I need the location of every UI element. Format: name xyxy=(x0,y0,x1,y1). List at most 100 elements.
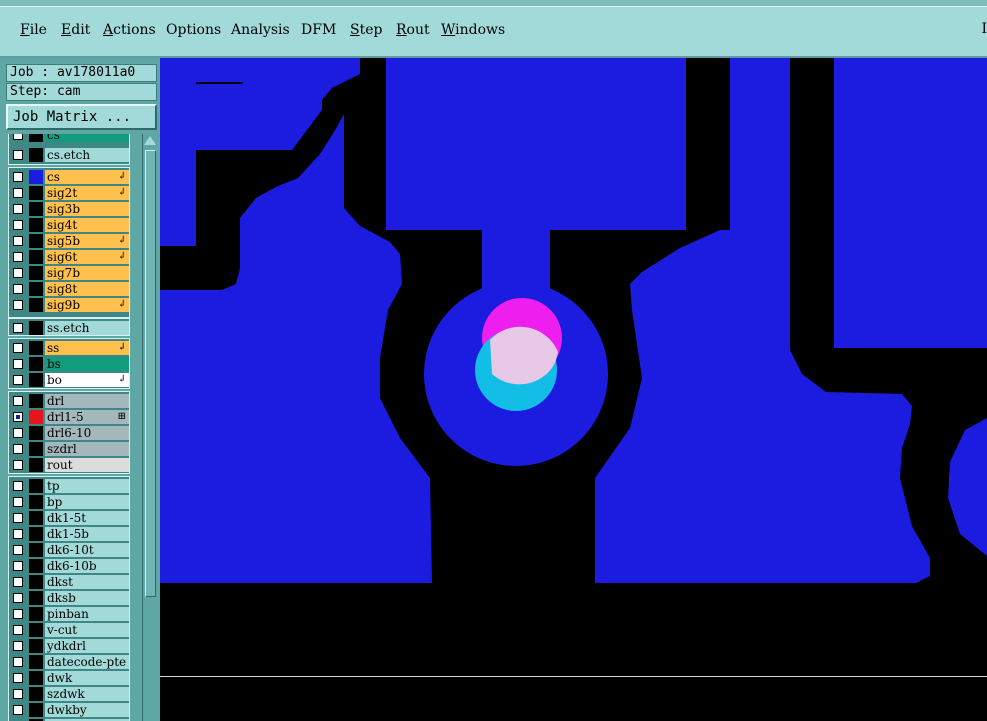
layer-name[interactable]: sig4t xyxy=(45,218,129,232)
layer-checkbox[interactable] xyxy=(13,444,23,454)
scroll-up-arrow-icon[interactable] xyxy=(144,136,156,145)
layer-row[interactable]: sig5b ↲ xyxy=(9,233,130,249)
layer-name[interactable]: sig9b ↲ xyxy=(45,298,129,312)
layer-checkbox[interactable] xyxy=(13,252,23,262)
layer-checkbox[interactable] xyxy=(13,625,23,635)
layer-name[interactable]: dk1-5t xyxy=(45,511,129,525)
layer-name[interactable]: drl6-10 xyxy=(45,426,129,440)
layer-checkbox[interactable] xyxy=(13,561,23,571)
layer-checkbox[interactable] xyxy=(13,529,23,539)
layer-checkbox[interactable] xyxy=(13,396,23,406)
job-matrix-button[interactable]: Job Matrix ... xyxy=(6,104,157,130)
layer-name[interactable]: cs ↲ xyxy=(45,170,129,184)
layer-name[interactable]: cs.etch xyxy=(45,148,129,162)
layer-name[interactable]: dwk xyxy=(45,671,129,685)
layer-name[interactable]: dksb xyxy=(45,591,129,605)
layer-checkbox[interactable] xyxy=(13,359,23,369)
layer-name[interactable]: dkst xyxy=(45,575,129,589)
layer-row[interactable]: cs.etch xyxy=(9,147,130,163)
menu-help-partial[interactable]: I xyxy=(981,21,987,37)
layer-name[interactable]: sig5b ↲ xyxy=(45,234,129,248)
menu-windows[interactable]: Windows xyxy=(441,22,505,38)
layer-checkbox[interactable] xyxy=(13,375,23,385)
menu-dfm[interactable]: DFM xyxy=(301,22,336,38)
layer-checkbox[interactable] xyxy=(13,593,23,603)
layer-name[interactable]: dk1-5b xyxy=(45,527,129,541)
layer-row[interactable]: szdwk xyxy=(9,686,130,702)
layer-row[interactable]: drl6-10 xyxy=(9,425,130,441)
layer-checkbox[interactable] xyxy=(13,428,23,438)
layer-checkbox[interactable] xyxy=(13,412,23,422)
layer-checkbox[interactable] xyxy=(13,481,23,491)
layer-name[interactable]: rout xyxy=(45,458,129,472)
layer-checkbox[interactable] xyxy=(13,150,23,160)
layer-row[interactable]: sig2t ↲ xyxy=(9,185,130,201)
layer-row[interactable]: bo ↲ xyxy=(9,372,130,388)
layer-name[interactable]: bp xyxy=(45,495,129,509)
layer-checkbox[interactable] xyxy=(13,673,23,683)
layer-row[interactable]: dwkby xyxy=(9,702,130,718)
layer-name[interactable]: tp xyxy=(45,479,129,493)
layer-row[interactable]: ydkdrl xyxy=(9,638,130,654)
layer-checkbox[interactable] xyxy=(13,657,23,667)
layer-row[interactable]: sig7b xyxy=(9,265,130,281)
layer-row[interactable]: dksb xyxy=(9,590,130,606)
layer-checkbox[interactable] xyxy=(13,134,23,140)
layer-checkbox[interactable] xyxy=(13,343,23,353)
layer-checkbox[interactable] xyxy=(13,545,23,555)
layer-checkbox[interactable] xyxy=(13,497,23,507)
layer-row[interactable]: sig9b ↲ xyxy=(9,297,130,313)
menu-actions[interactable]: Actions xyxy=(103,22,156,38)
layer-name[interactable]: sig2t ↲ xyxy=(45,186,129,200)
layer-name[interactable]: ss ↲ xyxy=(45,341,129,355)
layer-row[interactable]: bp xyxy=(9,494,130,510)
layer-row[interactable]: cs ↲ xyxy=(9,169,130,185)
layer-name[interactable]: sig6t ↲ xyxy=(45,250,129,264)
layer-row[interactable]: datecode-pte xyxy=(9,654,130,670)
menu-rout[interactable]: Rout xyxy=(396,22,430,38)
layer-checkbox[interactable] xyxy=(13,705,23,715)
layer-checkbox[interactable] xyxy=(13,284,23,294)
layer-row[interactable]: dk6-10b xyxy=(9,558,130,574)
layer-name[interactable]: ydkdrl xyxy=(45,639,129,653)
menu-file[interactable]: File xyxy=(20,22,47,38)
layer-name[interactable]: sig8t xyxy=(45,282,129,296)
graphic-editor-canvas[interactable] xyxy=(160,58,987,721)
layer-name[interactable]: cs xyxy=(45,134,129,142)
layer-checkbox[interactable] xyxy=(13,641,23,651)
layer-name[interactable]: bs xyxy=(45,357,129,371)
menu-step[interactable]: Step xyxy=(350,22,382,38)
layer-row[interactable]: rout xyxy=(9,457,130,473)
layer-name[interactable]: bo ↲ xyxy=(45,373,129,387)
layer-row[interactable]: szdrl xyxy=(9,441,130,457)
layer-row[interactable]: dk6-10t xyxy=(9,542,130,558)
layer-row[interactable]: dk1-5t xyxy=(9,510,130,526)
layer-row[interactable]: bs xyxy=(9,356,130,372)
layer-row[interactable]: drl xyxy=(9,393,130,409)
layer-name[interactable]: drl xyxy=(45,394,129,408)
layer-row[interactable]: dkst xyxy=(9,574,130,590)
layer-name[interactable]: szdwk xyxy=(45,687,129,701)
layer-checkbox[interactable] xyxy=(13,689,23,699)
layer-row[interactable]: drl1-5 ⊞ xyxy=(9,409,130,425)
layer-row[interactable]: pinban xyxy=(9,606,130,622)
layer-name[interactable]: datecode-pte xyxy=(45,655,129,669)
layer-checkbox[interactable] xyxy=(13,204,23,214)
layer-name[interactable]: sig7b xyxy=(45,266,129,280)
layer-row[interactable]: sig8t xyxy=(9,281,130,297)
layer-checkbox[interactable] xyxy=(13,577,23,587)
layer-name[interactable]: dk6-10t xyxy=(45,543,129,557)
layer-row[interactable]: v-cut xyxy=(9,622,130,638)
menu-analysis[interactable]: Analysis xyxy=(231,22,290,38)
layer-checkbox[interactable] xyxy=(13,172,23,182)
layer-checkbox[interactable] xyxy=(13,220,23,230)
layer-checkbox[interactable] xyxy=(13,268,23,278)
layer-row[interactable]: sig3b xyxy=(9,201,130,217)
layer-row[interactable]: ss ↲ xyxy=(9,340,130,356)
layer-list-scrollbar[interactable] xyxy=(142,134,157,721)
layer-checkbox[interactable] xyxy=(13,609,23,619)
layer-row[interactable]: dwk xyxy=(9,670,130,686)
layer-row[interactable]: ss.etch xyxy=(9,320,130,336)
layer-checkbox[interactable] xyxy=(13,300,23,310)
layer-checkbox[interactable] xyxy=(13,188,23,198)
